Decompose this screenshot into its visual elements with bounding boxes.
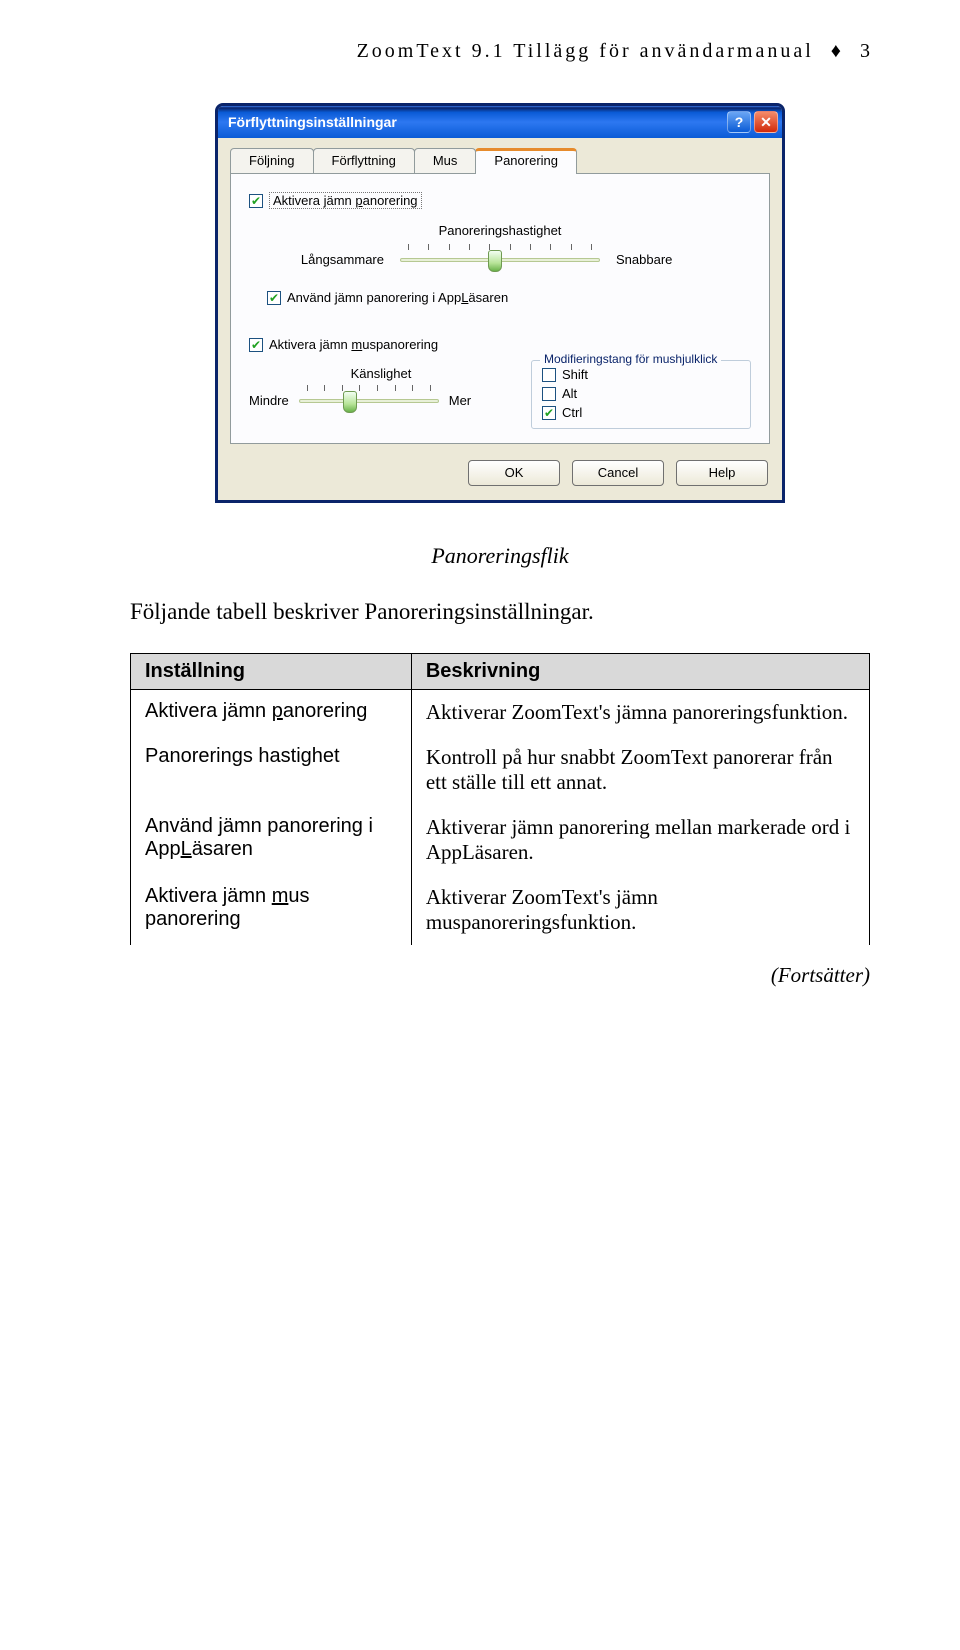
settings-dialog: Förflyttningsinställningar ? ✕ Följning … <box>215 103 785 503</box>
table-row-term: Panorerings hastighet <box>131 735 412 805</box>
help-button[interactable]: Help <box>676 460 768 486</box>
tab-strip: Följning Förflyttning Mus Panorering <box>218 138 782 174</box>
intro-text: Följande tabell beskriver Panoreringsins… <box>130 599 870 625</box>
checkbox-alt-label: Alt <box>562 386 577 401</box>
panning-speed-slider-row: Långsammare Snabbare <box>249 244 751 274</box>
continues-label: (Fortsätter) <box>130 963 870 988</box>
checkbox-shift[interactable] <box>542 368 556 382</box>
checkbox-applasaren-label: Använd jämn panorering i AppLäsaren <box>287 290 508 305</box>
page-number: 3 <box>860 40 870 62</box>
ok-button[interactable]: OK <box>468 460 560 486</box>
table-row-term: Använd jämn panorering i AppLäsaren <box>131 805 412 875</box>
help-icon[interactable]: ? <box>727 111 751 133</box>
dialog-titlebar: Förflyttningsinställningar ? ✕ <box>218 106 782 138</box>
checkbox-ctrl[interactable]: ✔ <box>542 406 556 420</box>
modifier-legend: Modifieringstang för mushjulklick <box>540 352 721 366</box>
header-title: ZoomText 9.1 Tillägg för användarmanual <box>357 40 814 62</box>
diamond-separator: ♦ <box>831 40 843 62</box>
tab-panorering[interactable]: Panorering <box>475 148 577 174</box>
dialog-button-row: OK Cancel Help <box>218 454 782 500</box>
table-row-desc: Aktiverar ZoomText's jämna panoreringsfu… <box>411 690 869 736</box>
dialog-title: Förflyttningsinställningar <box>228 114 397 130</box>
sensitivity-slider[interactable] <box>299 385 439 415</box>
tab-panel: ✔ Aktivera jämn panorering Panoreringsha… <box>230 173 770 444</box>
table-row-term: Aktivera jämn mus panorering <box>131 875 412 945</box>
sens-more-label: Mer <box>449 393 471 408</box>
checkbox-enable-panning-label: Aktivera jämn panorering <box>269 192 422 209</box>
modifier-group: Modifieringstang för mushjulklick Shift … <box>531 360 751 429</box>
cancel-button[interactable]: Cancel <box>572 460 664 486</box>
sensitivity-title: Känslighet <box>249 366 513 381</box>
checkbox-alt[interactable] <box>542 387 556 401</box>
table-row-desc: Kontroll på hur snabbt ZoomText panorera… <box>411 735 869 805</box>
sens-less-label: Mindre <box>249 393 289 408</box>
checkbox-mouse-panning[interactable]: ✔ <box>249 338 263 352</box>
page-header: ZoomText 9.1 Tillägg för användarmanual … <box>130 40 870 63</box>
tab-forflyttning[interactable]: Förflyttning <box>313 148 415 174</box>
slider-faster-label: Snabbare <box>616 252 746 267</box>
panning-speed-slider[interactable] <box>400 244 600 274</box>
col-header-desc: Beskrivning <box>411 654 869 690</box>
checkbox-enable-panning[interactable]: ✔ <box>249 194 263 208</box>
slider-slower-label: Långsammare <box>254 252 384 267</box>
checkbox-mouse-panning-label: Aktivera jämn muspanorering <box>269 337 438 352</box>
checkbox-applasaren[interactable]: ✔ <box>267 291 281 305</box>
table-row-desc: Aktiverar jämn panorering mellan markera… <box>411 805 869 875</box>
settings-table: Inställning Beskrivning Aktivera jämn pa… <box>130 653 870 945</box>
checkbox-ctrl-label: Ctrl <box>562 405 582 420</box>
tab-mus[interactable]: Mus <box>414 148 477 174</box>
table-row-term: Aktivera jämn panorering <box>131 690 412 736</box>
col-header-setting: Inställning <box>131 654 412 690</box>
close-icon[interactable]: ✕ <box>754 111 778 133</box>
checkbox-shift-label: Shift <box>562 367 588 382</box>
panning-speed-title: Panoreringshastighet <box>249 223 751 238</box>
figure-caption: Panoreringsflik <box>130 543 870 569</box>
table-row-desc: Aktiverar ZoomText's jämn muspanorerings… <box>411 875 869 945</box>
tab-foljning[interactable]: Följning <box>230 148 314 174</box>
